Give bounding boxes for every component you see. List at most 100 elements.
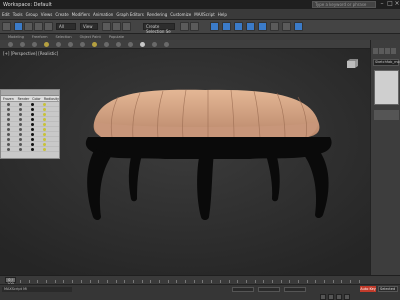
menu-item[interactable]: Help: [218, 12, 227, 17]
row-toggle-icon[interactable]: [7, 107, 10, 111]
ref-coord-dropdown[interactable]: View: [80, 23, 98, 30]
row-toggle-icon[interactable]: [31, 147, 34, 151]
row-toggle-icon[interactable]: [43, 142, 46, 146]
tool-icon[interactable]: [80, 42, 85, 47]
menu-item[interactable]: Modifiers: [72, 12, 90, 17]
row-toggle-icon[interactable]: [19, 112, 22, 116]
column-radiosity[interactable]: Radiosity: [44, 97, 59, 101]
row-toggle-icon[interactable]: [7, 137, 10, 141]
menu-item[interactable]: MAXScript: [194, 12, 215, 17]
angle-snap-icon[interactable]: [112, 22, 121, 31]
row-toggle-icon[interactable]: [31, 142, 34, 146]
minimize-icon[interactable]: –: [378, 0, 386, 8]
search-input[interactable]: Type a keyword or phrase: [312, 1, 376, 8]
menu-item[interactable]: Rendering: [147, 12, 167, 17]
prev-frame-icon[interactable]: [320, 294, 326, 300]
menu-item[interactable]: Views: [41, 12, 53, 17]
render-frame-icon[interactable]: [282, 22, 291, 31]
ribbon-tab[interactable]: Modeling: [8, 35, 24, 39]
row-toggle-icon[interactable]: [31, 127, 34, 131]
menu-item[interactable]: Customize: [170, 12, 191, 17]
next-frame-icon[interactable]: [336, 294, 342, 300]
column-color[interactable]: Color: [32, 97, 42, 101]
tool-icon[interactable]: [8, 42, 13, 47]
ribbon-tab[interactable]: Object Paint: [80, 35, 101, 39]
menu-item[interactable]: Create: [55, 12, 68, 17]
render-setup-icon[interactable]: [270, 22, 279, 31]
select-rotate-icon[interactable]: [34, 22, 43, 31]
row-toggle-icon[interactable]: [7, 117, 10, 121]
play-icon[interactable]: [328, 294, 334, 300]
close-icon[interactable]: ×: [393, 0, 400, 8]
row-toggle-icon[interactable]: [19, 102, 22, 106]
scene-row[interactable]: [1, 147, 59, 152]
snap-icon[interactable]: [102, 22, 111, 31]
layer-explorer-icon[interactable]: [222, 22, 231, 31]
row-toggle-icon[interactable]: [43, 117, 46, 121]
row-toggle-icon[interactable]: [19, 147, 22, 151]
viewport-label[interactable]: [+] [Perspective] [Realistic]: [3, 51, 58, 56]
select-scale-icon[interactable]: [44, 22, 53, 31]
object-name-field[interactable]: Sketchfab_mo: [373, 59, 400, 66]
row-toggle-icon[interactable]: [43, 127, 46, 131]
row-toggle-icon[interactable]: [7, 122, 10, 126]
tool-icon[interactable]: [104, 42, 109, 47]
select-object-icon[interactable]: [14, 22, 23, 31]
row-toggle-icon[interactable]: [19, 107, 22, 111]
row-toggle-icon[interactable]: [7, 127, 10, 131]
menu-item[interactable]: Animation: [93, 12, 113, 17]
selection-filter-dropdown[interactable]: All: [56, 23, 76, 30]
mirror-icon[interactable]: [180, 22, 189, 31]
row-toggle-icon[interactable]: [43, 102, 46, 106]
row-toggle-icon[interactable]: [19, 122, 22, 126]
maxscript-listener[interactable]: MAXScript Mi: [2, 287, 72, 292]
create-tab-icon[interactable]: [373, 48, 378, 54]
selected-dropdown[interactable]: Selected: [378, 286, 398, 292]
z-coord-field[interactable]: [284, 287, 306, 292]
sphere-icon[interactable]: [140, 42, 145, 47]
row-toggle-icon[interactable]: [43, 112, 46, 116]
row-toggle-icon[interactable]: [31, 112, 34, 116]
tool-icon[interactable]: [32, 42, 37, 47]
align-icon[interactable]: [190, 22, 199, 31]
row-toggle-icon[interactable]: [19, 137, 22, 141]
column-render[interactable]: Render: [18, 97, 31, 101]
ribbon-tab[interactable]: Selection: [56, 35, 72, 39]
modify-tab-icon[interactable]: [379, 48, 384, 54]
schematic-view-icon[interactable]: [246, 22, 255, 31]
auto-key-button[interactable]: Auto Key: [360, 286, 376, 292]
viewcube-icon[interactable]: [344, 57, 360, 71]
select-move-icon[interactable]: [24, 22, 33, 31]
row-toggle-icon[interactable]: [43, 122, 46, 126]
menu-item[interactable]: Edit: [2, 12, 10, 17]
row-toggle-icon[interactable]: [31, 137, 34, 141]
row-toggle-icon[interactable]: [19, 127, 22, 131]
row-toggle-icon[interactable]: [19, 132, 22, 136]
row-toggle-icon[interactable]: [43, 132, 46, 136]
row-toggle-icon[interactable]: [19, 142, 22, 146]
row-toggle-icon[interactable]: [7, 142, 10, 146]
row-toggle-icon[interactable]: [19, 117, 22, 121]
tool-icon[interactable]: [152, 42, 157, 47]
row-toggle-icon[interactable]: [31, 132, 34, 136]
column-frozen[interactable]: Frozen: [3, 97, 16, 101]
ribbon-tab[interactable]: Populate: [109, 35, 124, 39]
row-toggle-icon[interactable]: [7, 132, 10, 136]
render-production-icon[interactable]: [294, 22, 303, 31]
y-coord-field[interactable]: [258, 287, 280, 292]
motion-tab-icon[interactable]: [391, 48, 396, 54]
row-toggle-icon[interactable]: [31, 122, 34, 126]
row-toggle-icon[interactable]: [31, 117, 34, 121]
row-toggle-icon[interactable]: [43, 147, 46, 151]
tool-icon[interactable]: [56, 42, 61, 47]
timeline[interactable]: 0 / 100: [0, 275, 400, 286]
menu-item[interactable]: Tools: [13, 12, 23, 17]
light-icon[interactable]: [92, 42, 97, 47]
row-toggle-icon[interactable]: [31, 102, 34, 106]
curve-editor-icon[interactable]: [234, 22, 243, 31]
row-toggle-icon[interactable]: [43, 107, 46, 111]
scene-explorer-icon[interactable]: [210, 22, 219, 31]
named-selection-dropdown[interactable]: Create Selection Se: [143, 23, 175, 34]
time-slider[interactable]: 0 / 100: [5, 277, 16, 286]
x-coord-field[interactable]: [232, 287, 254, 292]
